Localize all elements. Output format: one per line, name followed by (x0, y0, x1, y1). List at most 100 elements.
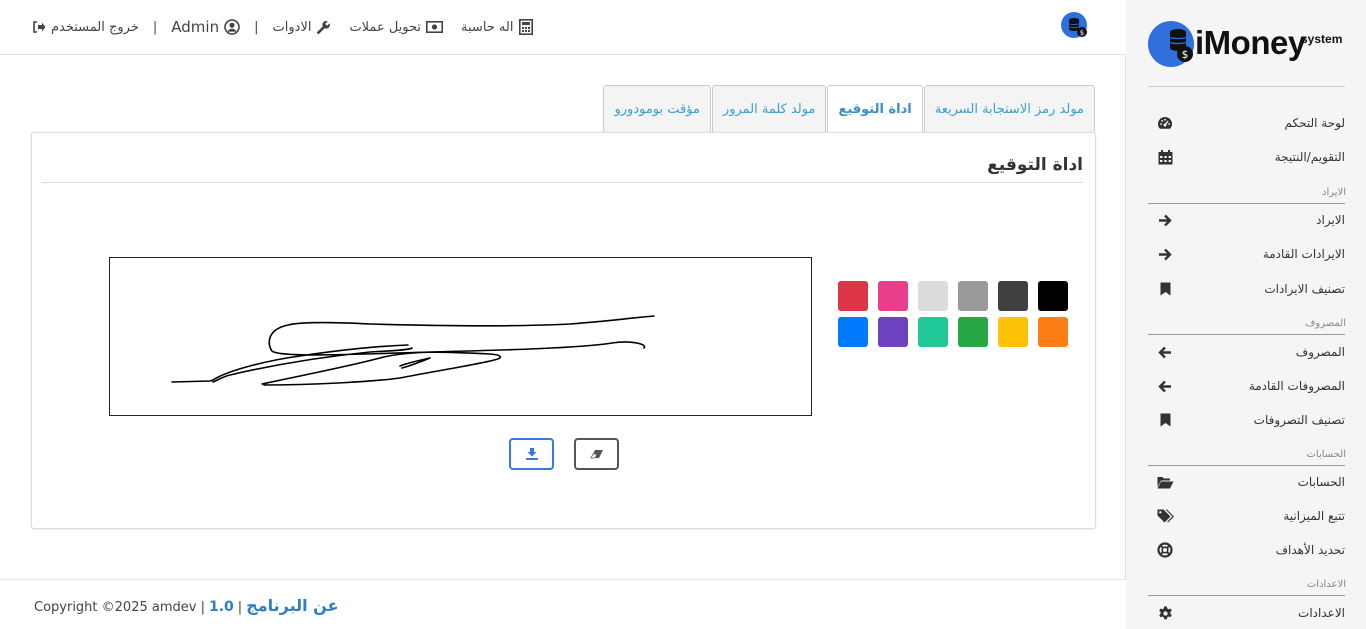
sidebar-item-upcoming-income[interactable]: الايرادات القادمة (1148, 244, 1345, 264)
panel-title: اداة التوقيع (987, 155, 1083, 175)
brand-coin-icon: $ (1148, 21, 1194, 67)
logout-link[interactable]: خروج المستخدم (32, 20, 139, 35)
sidebar-item-calendar[interactable]: التقويم/النتيجة (1148, 147, 1345, 167)
signature-stroke (171, 315, 655, 386)
section-divider (1148, 465, 1345, 466)
sidebar-item-label: الايرادات القادمة (1262, 247, 1345, 261)
eraser-icon (589, 449, 604, 459)
color-swatch[interactable] (1038, 317, 1068, 347)
color-swatch[interactable] (918, 281, 948, 311)
section-divider (1148, 334, 1345, 335)
color-swatch[interactable] (878, 281, 908, 311)
bookmark-icon (1156, 413, 1174, 427)
sidebar-item-dashboard[interactable]: لوحة التحكم (1148, 113, 1345, 133)
color-swatch[interactable] (958, 317, 988, 347)
tools-label: الادوات (272, 19, 312, 35)
sidebar-item-income[interactable]: الايراد (1148, 210, 1345, 230)
section-label-accounts: الحسابات (1306, 449, 1347, 460)
section-label-expense: المصروف (1305, 318, 1346, 329)
section-label-income: الايراد (1321, 187, 1346, 198)
life-ring-icon (1156, 542, 1174, 558)
calculator-icon (518, 19, 533, 35)
sidebar-item-income-categories[interactable]: تصنيف الايرادات (1148, 279, 1345, 299)
color-swatch[interactable] (918, 317, 948, 347)
folder-open-icon (1156, 476, 1174, 489)
tool-tabs: مولد رمز الاستجابة السريعة اداة التوقيع … (602, 85, 1095, 133)
brand-suffix: system (1301, 32, 1343, 46)
sidebar-item-label: المصروف (1295, 345, 1345, 359)
signature-panel: اداة التوقيع (31, 132, 1096, 529)
tab-signature-tool[interactable]: اداة التوقيع (827, 85, 923, 133)
top-nav: خروج المستخدم | Admin | الادوات تحويل عم… (32, 16, 533, 38)
tab-qr-generator[interactable]: مولد رمز الاستجابة السريعة (923, 85, 1095, 132)
color-swatch[interactable] (878, 317, 908, 347)
svg-text:$: $ (1182, 48, 1189, 61)
svg-text:$: $ (1080, 29, 1084, 37)
logout-label: خروج المستخدم (51, 19, 139, 35)
calendar-icon (1156, 149, 1174, 165)
color-swatch[interactable] (998, 317, 1028, 347)
currency-link[interactable]: تحويل عملات (349, 19, 444, 35)
copyright-text: Copyright ©2025 amdev | (34, 600, 205, 615)
user-menu[interactable]: Admin (171, 18, 240, 36)
sidebar-item-goal-setting[interactable]: تحديد الأهداف (1148, 540, 1345, 560)
arrow-left-icon (1156, 380, 1174, 393)
sidebar-item-label: الاعدادات (1298, 606, 1345, 620)
sidebar-item-label: تصنيف الايرادات (1264, 282, 1345, 296)
sidebar-item-label: تحديد الأهداف (1275, 543, 1345, 557)
user-name: Admin (171, 18, 220, 36)
sidebar-item-expense-categories[interactable]: تصنيف التصروفات (1148, 410, 1345, 430)
brand-logo[interactable]: $ iMoney system (1147, 20, 1342, 70)
arrow-right-icon (1156, 214, 1174, 227)
section-divider (1148, 595, 1345, 596)
sidebar-item-label: الايراد (1316, 213, 1345, 227)
title-divider (42, 182, 1083, 183)
dashboard-icon (1156, 116, 1174, 130)
top-navbar: خروج المستخدم | Admin | الادوات تحويل عم… (0, 0, 1126, 55)
app-logo-icon[interactable]: $ (1060, 11, 1090, 41)
about-link[interactable]: عن البرنامج (246, 596, 338, 615)
footer-separator: | (237, 600, 243, 615)
color-palette (836, 281, 1068, 347)
sidebar-item-accounts[interactable]: الحسابات (1148, 472, 1345, 492)
calculator-link[interactable]: اله حاسبة (461, 19, 533, 35)
nav-separator: | (152, 19, 158, 35)
footer-text: Copyright ©2025 amdev | 1.0 | عن البرنام… (34, 596, 339, 615)
tab-password-generator[interactable]: مولد كلمة المرور (711, 85, 827, 132)
clear-button[interactable] (574, 438, 619, 470)
tools-link[interactable]: الادوات (272, 20, 331, 35)
color-swatch[interactable] (838, 281, 868, 311)
tab-pomodoro-timer[interactable]: مؤقت بومودورو (603, 85, 711, 132)
brand-name: iMoney (1195, 24, 1306, 61)
arrow-right-icon (1156, 248, 1174, 261)
arrow-left-icon (1156, 346, 1174, 359)
download-button[interactable] (509, 438, 554, 470)
download-icon (525, 448, 538, 460)
sidebar-item-label: لوحة التحكم (1284, 116, 1346, 130)
main-area: خروج المستخدم | Admin | الادوات تحويل عم… (0, 0, 1126, 629)
sidebar-item-label: تصنيف التصروفات (1253, 413, 1345, 427)
money-bill-icon (426, 21, 444, 33)
calculator-label: اله حاسبة (461, 19, 514, 35)
color-swatch[interactable] (838, 317, 868, 347)
user-circle-icon (224, 19, 240, 35)
nav-separator: | (254, 19, 259, 35)
color-swatch[interactable] (958, 281, 988, 311)
color-swatch[interactable] (998, 281, 1028, 311)
color-swatch[interactable] (1038, 281, 1068, 311)
wrench-icon (316, 20, 331, 35)
sidebar-item-settings[interactable]: الاعدادات (1148, 603, 1345, 623)
version-number: 1.0 (208, 599, 234, 615)
currency-label: تحويل عملات (349, 19, 422, 35)
sidebar-item-label: التقويم/النتيجة (1274, 150, 1345, 164)
bookmark-icon (1156, 282, 1174, 296)
footer: Copyright ©2025 amdev | 1.0 | عن البرنام… (0, 579, 1126, 629)
sidebar-item-upcoming-expenses[interactable]: المصروفات القادمة (1148, 376, 1345, 396)
sidebar-item-budget-tracking[interactable]: تتبع الميزانية (1148, 506, 1345, 526)
sidebar-item-label: تتبع الميزانية (1283, 509, 1345, 523)
brand-divider (1148, 86, 1345, 87)
section-label-settings: الاعدادات (1306, 579, 1346, 590)
sidebar-item-expense[interactable]: المصروف (1148, 342, 1345, 362)
signature-canvas[interactable] (109, 257, 812, 416)
sidebar-item-label: الحسابات (1297, 475, 1345, 489)
